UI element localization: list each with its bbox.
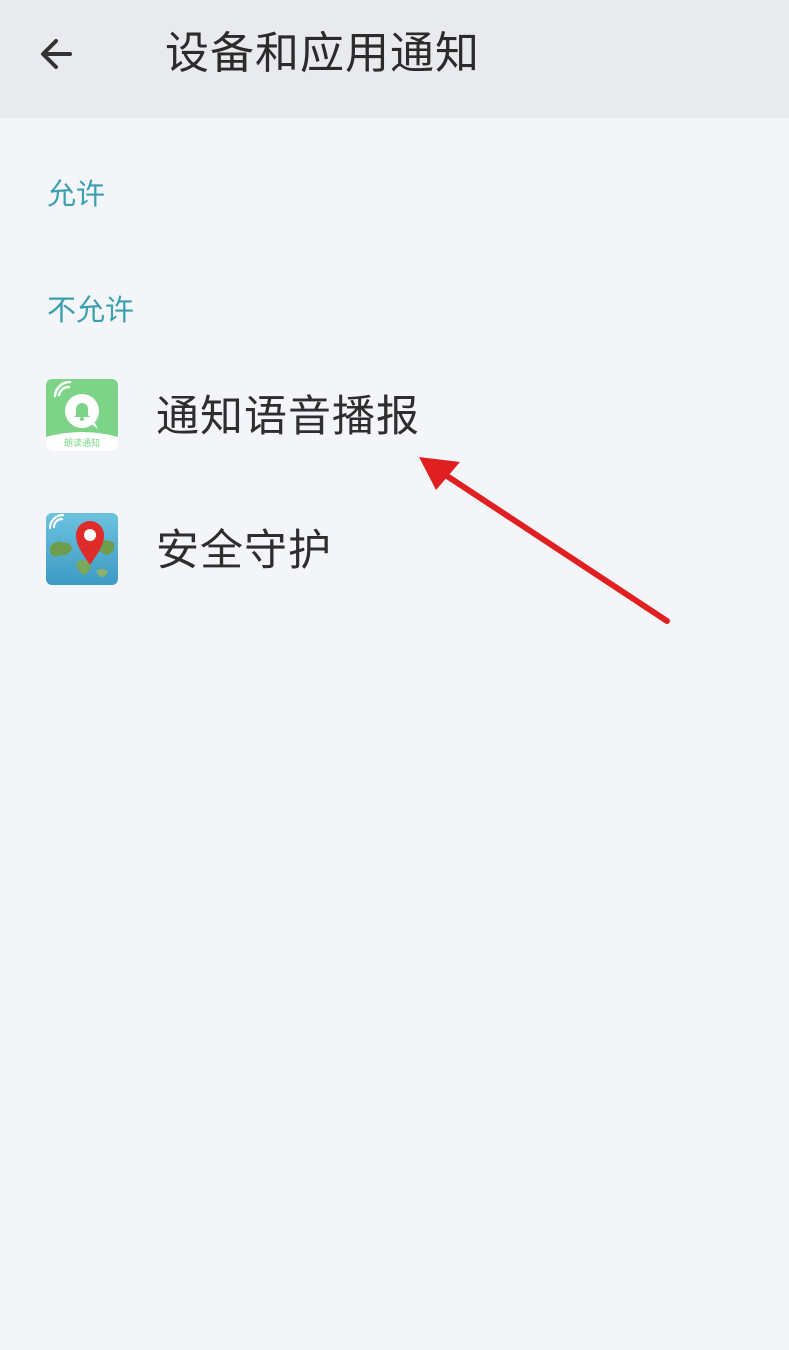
app-icon-caption: 朗读通知 xyxy=(63,439,100,449)
app-row-security-guard[interactable]: 安全守护 xyxy=(0,496,789,606)
app-row-notification-voice[interactable]: 朗读通知 通知语音播报 xyxy=(0,362,789,472)
app-name: 安全守护 xyxy=(156,526,332,576)
back-button[interactable] xyxy=(28,26,84,82)
page-title: 设备和应用通知 xyxy=(165,28,480,79)
notification-voice-app-icon: 朗读通知 xyxy=(46,379,118,451)
section-header-allowed: 允许 xyxy=(47,177,106,211)
location-pin-map-app-icon xyxy=(46,513,118,585)
arrow-left-icon xyxy=(41,39,72,69)
section-header-not-allowed: 不允许 xyxy=(47,293,135,327)
app-bar: 设备和应用通知 xyxy=(0,0,789,118)
annotation-arrow xyxy=(419,457,670,624)
app-name: 通知语音播报 xyxy=(156,392,420,442)
